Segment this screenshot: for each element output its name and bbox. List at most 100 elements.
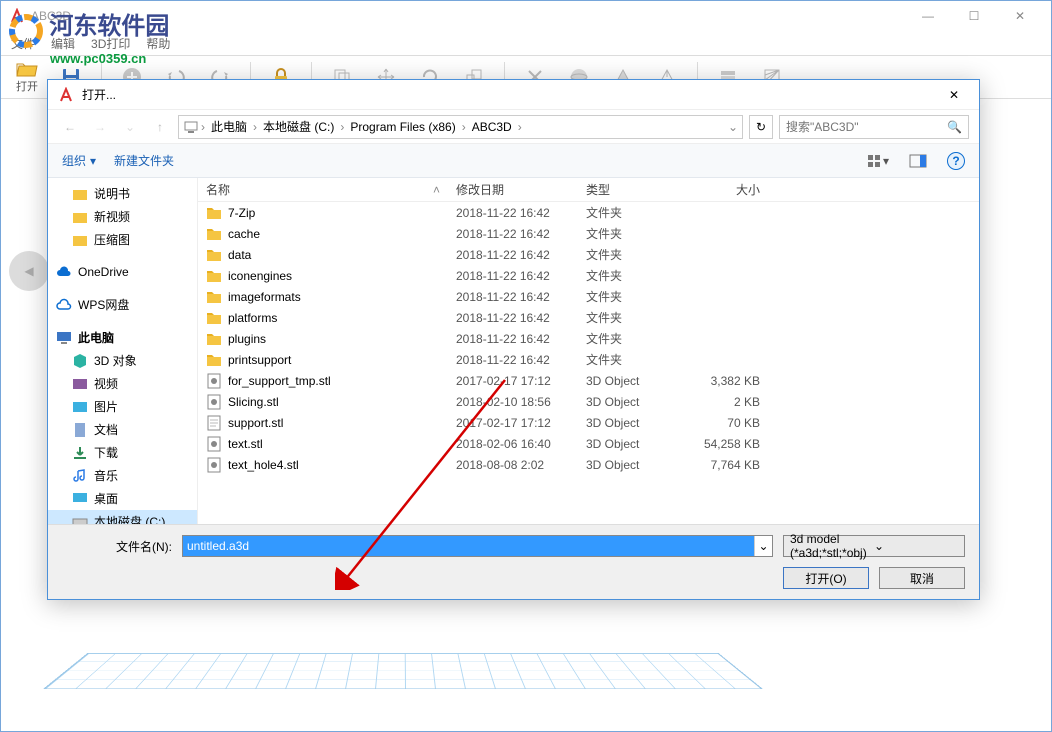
- column-date[interactable]: 修改日期: [448, 181, 578, 198]
- file-row[interactable]: 7-Zip2018-11-22 16:42文件夹: [198, 202, 979, 223]
- menu-file[interactable]: 文件: [11, 35, 35, 52]
- drive-icon: [72, 514, 88, 525]
- crumb-disk[interactable]: 本地磁盘 (C:): [259, 118, 338, 135]
- tree-videos[interactable]: 视频: [48, 372, 197, 395]
- filename-combo[interactable]: ⌄: [182, 535, 773, 557]
- stl-icon: [206, 457, 222, 473]
- file-row[interactable]: cache2018-11-22 16:42文件夹: [198, 223, 979, 244]
- cube-icon: [72, 353, 88, 369]
- menu-3dprint[interactable]: 3D打印: [91, 35, 130, 52]
- app-logo-icon: [9, 8, 25, 24]
- cancel-button[interactable]: 取消: [879, 567, 965, 589]
- file-row[interactable]: Slicing.stl2018-02-10 18:563D Object2 KB: [198, 391, 979, 412]
- folder-icon: [206, 289, 222, 305]
- folder-icon: [72, 232, 88, 248]
- folder-icon: [206, 310, 222, 326]
- cloud-icon: [56, 297, 72, 313]
- close-button[interactable]: ✕: [997, 1, 1043, 31]
- tree-music[interactable]: 音乐: [48, 464, 197, 487]
- desktop-icon: [72, 491, 88, 507]
- nav-back-button[interactable]: ←: [58, 115, 82, 139]
- dialog-footer: 文件名(N): ⌄ 3d model (*a3d;*stl;*obj)⌄ 打开(…: [48, 524, 979, 599]
- crumb-programfiles[interactable]: Program Files (x86): [346, 120, 459, 134]
- column-size[interactable]: 大小: [688, 181, 768, 198]
- dialog-nav: ← → ⌄ ↑ › 此电脑› 本地磁盘 (C:)› Program Files …: [48, 110, 979, 144]
- view-orbit-control[interactable]: ◀: [9, 251, 49, 291]
- pc-icon: [183, 119, 199, 135]
- breadcrumb[interactable]: › 此电脑› 本地磁盘 (C:)› Program Files (x86)› A…: [178, 115, 743, 139]
- file-row[interactable]: text.stl2018-02-06 16:403D Object54,258 …: [198, 433, 979, 454]
- file-row[interactable]: data2018-11-22 16:42文件夹: [198, 244, 979, 265]
- file-row[interactable]: plugins2018-11-22 16:42文件夹: [198, 328, 979, 349]
- tree-wps[interactable]: WPS网盘: [48, 293, 197, 316]
- folder-icon: [206, 352, 222, 368]
- chevron-down-icon: ⌄: [874, 539, 958, 553]
- preview-pane-button[interactable]: [907, 150, 929, 172]
- filename-dropdown-button[interactable]: ⌄: [754, 536, 772, 556]
- folder-icon: [72, 209, 88, 225]
- folder-icon: [206, 331, 222, 347]
- downloads-icon: [72, 445, 88, 461]
- menubar: 文件 编辑 3D打印 帮助: [1, 31, 1051, 55]
- file-row[interactable]: printsupport2018-11-22 16:42文件夹: [198, 349, 979, 370]
- file-icon: [206, 415, 222, 431]
- organize-button[interactable]: 组织 ▾: [62, 152, 96, 169]
- minimize-button[interactable]: —: [905, 1, 951, 31]
- file-row[interactable]: imageformats2018-11-22 16:42文件夹: [198, 286, 979, 307]
- tree-diskc[interactable]: 本地磁盘 (C:): [48, 510, 197, 524]
- filename-input[interactable]: [183, 536, 754, 556]
- file-row[interactable]: for_support_tmp.stl2017-02-17 17:123D Ob…: [198, 370, 979, 391]
- view-mode-button[interactable]: ▾: [867, 150, 889, 172]
- menu-help[interactable]: 帮助: [146, 35, 170, 52]
- tree-3dobjects[interactable]: 3D 对象: [48, 349, 197, 372]
- maximize-button[interactable]: ☐: [951, 1, 997, 31]
- tree-item[interactable]: 压缩图: [48, 228, 197, 251]
- file-list[interactable]: 名称 ˄ 修改日期 类型 大小 7-Zip2018-11-22 16:42文件夹…: [198, 178, 979, 524]
- nav-recent-button[interactable]: ⌄: [118, 115, 142, 139]
- folder-icon: [206, 226, 222, 242]
- tree-downloads[interactable]: 下载: [48, 441, 197, 464]
- filetype-filter[interactable]: 3d model (*a3d;*stl;*obj)⌄: [783, 535, 965, 557]
- tree-documents[interactable]: 文档: [48, 418, 197, 441]
- crumb-dropdown-icon[interactable]: ⌄: [728, 120, 738, 134]
- dialog-close-button[interactable]: ✕: [939, 80, 969, 110]
- file-row[interactable]: text_hole4.stl2018-08-08 2:023D Object7,…: [198, 454, 979, 475]
- crumb-thispc[interactable]: 此电脑: [207, 118, 251, 135]
- refresh-button[interactable]: ↻: [749, 115, 773, 139]
- nav-up-button[interactable]: ↑: [148, 115, 172, 139]
- tree-pictures[interactable]: 图片: [48, 395, 197, 418]
- dialog-toolbar: 组织 ▾ 新建文件夹 ▾ ?: [48, 144, 979, 178]
- music-icon: [72, 468, 88, 484]
- chevron-down-icon: ▾: [90, 154, 96, 168]
- crumb-app[interactable]: ABC3D: [468, 120, 516, 134]
- nav-forward-button[interactable]: →: [88, 115, 112, 139]
- documents-icon: [72, 422, 88, 438]
- newfolder-button[interactable]: 新建文件夹: [114, 152, 174, 169]
- file-row[interactable]: platforms2018-11-22 16:42文件夹: [198, 307, 979, 328]
- column-name[interactable]: 名称 ˄: [198, 181, 448, 198]
- tree-item[interactable]: 新视频: [48, 205, 197, 228]
- tree-onedrive[interactable]: OneDrive: [48, 261, 197, 283]
- build-plate-grid: [43, 653, 763, 689]
- stl-icon: [206, 394, 222, 410]
- search-box[interactable]: 🔍: [779, 115, 969, 139]
- folder-icon: [206, 205, 222, 221]
- open-file-dialog: 打开... ✕ ← → ⌄ ↑ › 此电脑› 本地磁盘 (C:)› Progra…: [47, 79, 980, 600]
- menu-edit[interactable]: 编辑: [51, 35, 75, 52]
- column-type[interactable]: 类型: [578, 181, 688, 198]
- search-input[interactable]: [786, 120, 941, 134]
- pc-icon: [56, 330, 72, 346]
- open-button[interactable]: 打开(O): [783, 567, 869, 589]
- folder-open-icon: [15, 60, 39, 78]
- folder-tree[interactable]: 说明书 新视频 压缩图 OneDrive WPS网盘 此电脑 3D 对象 视频 …: [48, 178, 198, 524]
- toolbar-open[interactable]: 打开: [9, 59, 45, 95]
- app-icon: [58, 87, 74, 103]
- file-row[interactable]: support.stl2017-02-17 17:123D Object70 K…: [198, 412, 979, 433]
- tree-thispc[interactable]: 此电脑: [48, 326, 197, 349]
- tree-item[interactable]: 说明书: [48, 182, 197, 205]
- tree-desktop[interactable]: 桌面: [48, 487, 197, 510]
- folder-icon: [206, 247, 222, 263]
- file-row[interactable]: iconengines2018-11-22 16:42文件夹: [198, 265, 979, 286]
- stl-icon: [206, 373, 222, 389]
- help-button[interactable]: ?: [947, 152, 965, 170]
